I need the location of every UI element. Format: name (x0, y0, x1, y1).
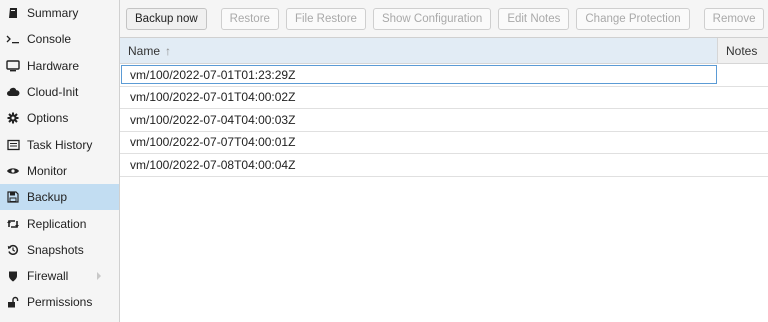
sidebar-item-label: Backup (27, 190, 68, 205)
console-icon (5, 31, 21, 47)
expand-arrow-icon[interactable] (97, 271, 101, 280)
monitor-icon (5, 58, 21, 74)
remove-button[interactable]: Remove (703, 7, 765, 30)
retweet-icon (5, 216, 21, 232)
sidebar-item-label: Cloud-Init (27, 85, 79, 100)
sidebar-item-permissions[interactable]: Permissions (0, 289, 119, 315)
sidebar-item-monitor[interactable]: Monitor (0, 158, 119, 184)
backup-name-cell: vm/100/2022-07-01T04:00:02Z (130, 90, 296, 105)
list-icon (5, 137, 21, 153)
sidebar-item-label: Hardware (27, 58, 80, 73)
sidebar-item-label: Options (27, 111, 69, 126)
sidebar-item-cloud-init[interactable]: Cloud-Init (0, 79, 119, 105)
column-header-notes[interactable]: Notes (718, 38, 757, 63)
grid-header: Name ↑ Notes (120, 38, 768, 64)
sidebar-item-snapshots[interactable]: Snapshots (0, 237, 119, 263)
sidebar-item-console[interactable]: Console (0, 26, 119, 52)
eye-icon (5, 163, 21, 179)
table-row[interactable]: vm/100/2022-07-01T01:23:29Z (120, 64, 768, 87)
shield-icon (5, 268, 21, 284)
backup-name-cell: vm/100/2022-07-01T01:23:29Z (130, 67, 296, 82)
toolbar: Backup now Restore File Restore Show Con… (120, 0, 768, 38)
sidebar-item-backup[interactable]: Backup (0, 184, 119, 211)
file-restore-button[interactable]: File Restore (285, 7, 366, 30)
sidebar-item-label: Firewall (27, 269, 69, 284)
table-row[interactable]: vm/100/2022-07-01T04:00:02Z (120, 87, 768, 109)
table-row[interactable]: vm/100/2022-07-04T04:00:03Z (120, 109, 768, 132)
unlock-icon (5, 294, 21, 310)
backup-panel: Backup now Restore File Restore Show Con… (120, 0, 768, 322)
backup-name-cell: vm/100/2022-07-07T04:00:01Z (130, 135, 296, 150)
sidebar-item-label: Console (27, 32, 72, 47)
sidebar-item-label: Monitor (27, 163, 68, 178)
table-row[interactable]: vm/100/2022-07-07T04:00:01Z (120, 132, 768, 154)
sidebar-item-task-history[interactable]: Task History (0, 131, 119, 157)
gear-icon (5, 110, 21, 126)
edit-notes-button[interactable]: Edit Notes (498, 7, 570, 30)
sidebar-item-label: Summary (27, 6, 79, 21)
backup-name-cell: vm/100/2022-07-08T04:00:04Z (130, 157, 296, 172)
cloud-icon (5, 84, 21, 100)
backup-name-cell: vm/100/2022-07-04T04:00:03Z (130, 112, 296, 127)
sidebar-item-options[interactable]: Options (0, 105, 119, 131)
sidebar-item-summary[interactable]: Summary (0, 0, 119, 26)
sidebar-item-label: Permissions (27, 295, 93, 310)
change-protection-button[interactable]: Change Protection (576, 7, 690, 30)
sidebar-item-hardware[interactable]: Hardware (0, 53, 119, 79)
column-header-name[interactable]: Name ↑ (120, 38, 718, 63)
sidebar-item-firewall[interactable]: Firewall (0, 263, 119, 289)
column-header-name-label: Name (128, 43, 161, 58)
restore-button[interactable]: Restore (220, 7, 279, 30)
backup-now-button[interactable]: Backup now (126, 7, 207, 30)
sidebar-item-replication[interactable]: Replication (0, 210, 119, 236)
sidebar-item-label: Replication (27, 216, 87, 231)
floppy-icon (5, 189, 21, 205)
show-configuration-button[interactable]: Show Configuration (372, 7, 492, 30)
sidebar: Summary Console Hardware Cloud-Init Opti… (0, 0, 120, 322)
sidebar-item-label: Task History (27, 137, 93, 152)
history-icon (5, 242, 21, 258)
table-row[interactable]: vm/100/2022-07-08T04:00:04Z (120, 154, 768, 177)
backup-list: vm/100/2022-07-01T01:23:29Z vm/100/2022-… (120, 64, 768, 177)
summary-icon (5, 5, 21, 21)
arrow-up-icon: ↑ (165, 43, 172, 58)
column-header-notes-label: Notes (726, 43, 758, 58)
sidebar-item-label: Snapshots (27, 242, 84, 257)
